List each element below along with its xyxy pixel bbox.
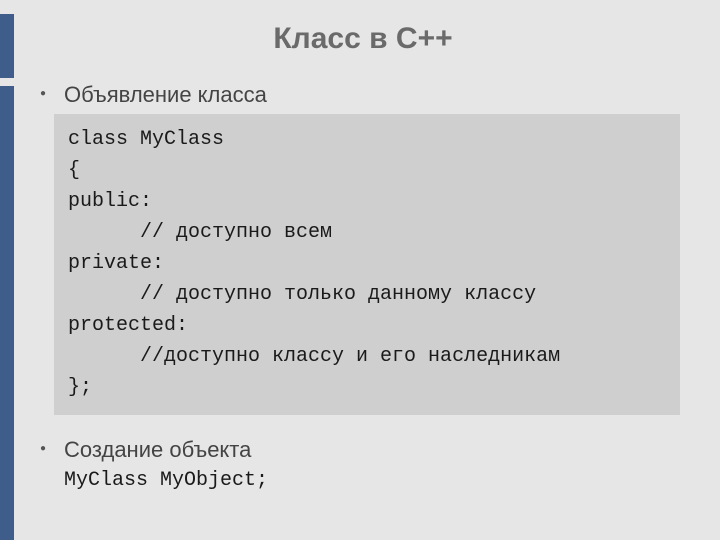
code-block-declaration: class MyClass { public: // доступно всем… xyxy=(54,114,680,415)
slide-content: Класс в С++ Объявление класса class MyCl… xyxy=(0,0,720,540)
bullet-creation: Создание объекта xyxy=(46,437,680,463)
code-line-creation: MyClass MyObject; xyxy=(64,469,680,492)
bullet-declaration-text: Объявление класса xyxy=(64,82,267,107)
slide-title: Класс в С++ xyxy=(46,22,680,56)
bullet-declaration: Объявление класса xyxy=(46,82,680,108)
content-list: Объявление класса xyxy=(46,82,680,108)
bullet-creation-text: Создание объекта xyxy=(64,437,251,462)
content-list-2: Создание объекта xyxy=(46,437,680,463)
